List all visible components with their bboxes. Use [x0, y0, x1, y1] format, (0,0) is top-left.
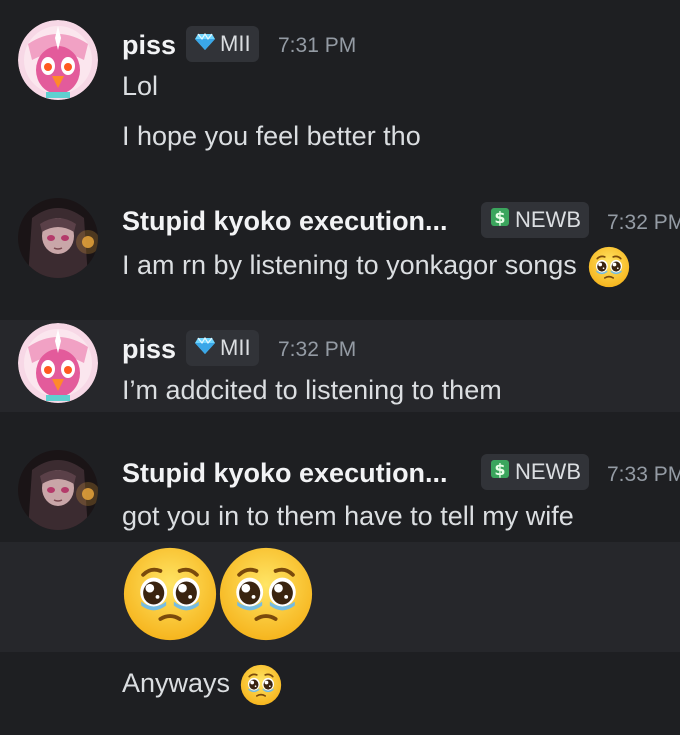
- role-badge[interactable]: $ NEWB: [481, 454, 589, 490]
- money-icon: $: [489, 206, 511, 234]
- timestamp[interactable]: 7:32 PM: [607, 208, 680, 238]
- pleading-face-emoji-icon[interactable]: [240, 664, 282, 706]
- message-group: Stupid kyoko execution... $ NEWB 7:33 PM…: [0, 432, 680, 542]
- avatar[interactable]: [18, 323, 98, 403]
- role-badge[interactable]: $ NEWB: [481, 202, 589, 238]
- badge-label: NEWB: [515, 207, 581, 232]
- message-text: I am rn by listening to yonkagor songs: [122, 246, 630, 288]
- diamond-icon: [194, 31, 216, 57]
- pleading-face-emoji-icon[interactable]: [218, 546, 314, 642]
- message-text: I’m addcited to listening to them: [122, 375, 502, 405]
- diamond-icon: [194, 335, 216, 361]
- author-name[interactable]: Stupid kyoko execution...: [122, 204, 448, 238]
- timestamp[interactable]: 7:31 PM: [278, 31, 356, 61]
- pleading-face-emoji-icon[interactable]: [588, 246, 630, 288]
- role-badge[interactable]: MII: [186, 330, 259, 366]
- author-name[interactable]: piss: [122, 332, 176, 366]
- role-badge[interactable]: MII: [186, 26, 259, 62]
- author-name[interactable]: piss: [122, 28, 176, 62]
- svg-text:$: $: [494, 208, 505, 227]
- message-group: piss MII 7:32 PM I’m addcited to listeni…: [0, 320, 680, 412]
- message-text: got you in to them have to tell my wife: [122, 501, 574, 531]
- money-icon: $: [489, 458, 511, 486]
- badge-label: MII: [220, 31, 251, 56]
- message-group: Stupid kyoko execution... $ NEWB 7:32 PM…: [0, 180, 680, 320]
- avatar[interactable]: [18, 198, 98, 278]
- badge-label: NEWB: [515, 459, 581, 484]
- message-text: I hope you feel better tho: [122, 121, 421, 151]
- message-row: Anyways: [0, 652, 680, 722]
- pleading-face-emoji-icon[interactable]: [122, 546, 218, 642]
- avatar[interactable]: [18, 450, 98, 530]
- author-name[interactable]: Stupid kyoko execution...: [122, 456, 448, 490]
- message-text: Lol: [122, 71, 159, 101]
- svg-text:$: $: [494, 460, 505, 479]
- message-group: piss MII 7:31 PM Lol I hope you feel bet…: [0, 0, 680, 180]
- message-list[interactable]: piss MII 7:31 PM Lol I hope you feel bet…: [0, 0, 680, 735]
- timestamp[interactable]: 7:33 PM: [607, 460, 680, 490]
- message-text: Anyways: [122, 664, 282, 706]
- badge-label: MII: [220, 335, 251, 360]
- avatar[interactable]: [18, 20, 98, 100]
- message-row: [0, 542, 680, 652]
- timestamp[interactable]: 7:32 PM: [278, 335, 356, 365]
